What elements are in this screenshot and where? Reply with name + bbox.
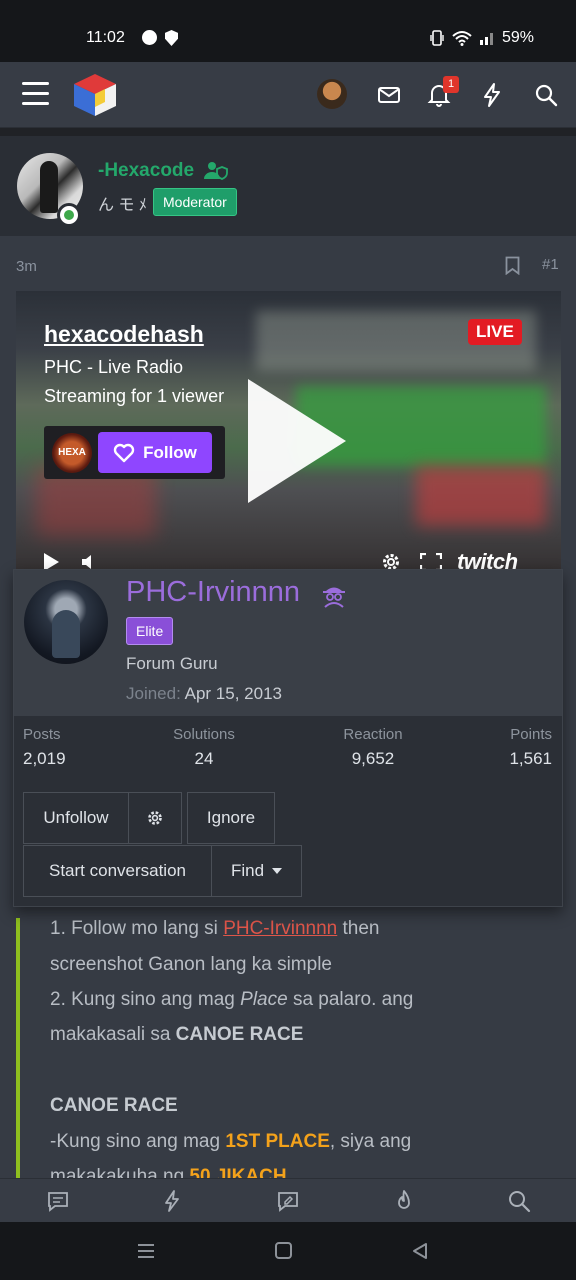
post-author-block: -Hexacode ん モ ﾒ Moderator <box>0 136 576 236</box>
new-post-icon[interactable] <box>276 1189 300 1213</box>
moderator-badge: Moderator <box>153 188 237 216</box>
messenger-icon <box>142 30 157 45</box>
follow-settings-button[interactable] <box>128 792 182 844</box>
trending-fire-icon[interactable] <box>392 1189 416 1213</box>
channel-avatar[interactable]: HEXA <box>52 433 92 473</box>
member-joined: Joined: Apr 15, 2013 <box>126 684 282 703</box>
system-navigation-bar <box>0 1222 576 1280</box>
author-username[interactable]: -Hexacode <box>98 160 194 182</box>
play-overlay-icon[interactable] <box>248 379 346 503</box>
user-avatar[interactable] <box>317 79 347 109</box>
start-conversation-button[interactable]: Start conversation <box>23 845 212 897</box>
post-time[interactable]: 3m <box>16 258 37 275</box>
elite-badge: Elite <box>126 617 174 645</box>
follow-label: Follow <box>143 442 197 462</box>
whats-new-bolt-icon[interactable] <box>160 1189 184 1213</box>
moderator-user-icon <box>204 162 228 180</box>
vibrate-icon <box>430 30 444 46</box>
twitch-embed[interactable]: hexacodehash PHC - Live Radio Streaming … <box>16 291 561 576</box>
signal-icon <box>479 33 493 45</box>
online-indicator <box>57 203 81 227</box>
app-header: 1 <box>0 62 576 128</box>
status-time: 11:02 <box>86 29 125 46</box>
bottom-nav <box>0 1178 576 1222</box>
post-number[interactable]: #1 <box>542 256 559 273</box>
stat-solutions[interactable]: Solutions 24 <box>168 726 240 769</box>
shield-icon <box>165 30 178 46</box>
member-actions: Unfollow Ignore Start conversation Find <box>23 792 563 902</box>
site-logo[interactable] <box>72 72 118 118</box>
follow-button[interactable]: Follow <box>98 432 212 473</box>
post-content: 1. Follow mo lang si PHC-Irvinnnn then s… <box>16 918 561 1187</box>
ignore-button[interactable]: Ignore <box>187 792 275 844</box>
find-dropdown-button[interactable]: Find <box>211 845 302 897</box>
notification-badge: 1 <box>443 76 459 93</box>
stat-posts[interactable]: Posts 2,019 <box>23 726 66 769</box>
bolt-icon[interactable] <box>479 82 505 108</box>
mention-link[interactable]: PHC-Irvinnnn <box>223 918 337 939</box>
back-icon[interactable] <box>411 1242 429 1260</box>
stat-points[interactable]: Points 1,561 <box>509 726 552 769</box>
search-icon[interactable] <box>507 1189 531 1213</box>
home-icon[interactable] <box>275 1242 292 1259</box>
menu-icon[interactable] <box>22 82 49 106</box>
stat-reaction[interactable]: Reaction 9,652 <box>339 726 407 769</box>
forum-icon[interactable] <box>46 1189 70 1213</box>
status-bar: 11:02 59% <box>0 0 576 62</box>
viewer-count: Streaming for 1 viewer <box>44 386 225 406</box>
stream-title: PHC - Live Radio <box>44 357 184 377</box>
member-tooltip-card: PHC-Irvinnnn Elite Forum Guru Joined: Ap… <box>13 569 563 907</box>
recents-icon[interactable] <box>137 1243 155 1259</box>
wifi-icon <box>452 31 472 46</box>
search-icon[interactable] <box>533 82 559 108</box>
spy-icon <box>323 587 345 608</box>
twitch-channel-link[interactable]: hexacodehash <box>44 321 204 348</box>
mail-icon[interactable] <box>376 82 402 108</box>
battery-level: 59% <box>501 29 534 46</box>
post-body: 3m #1 hexacodehash PHC - Live Radio Stre… <box>0 236 576 1187</box>
unfollow-button[interactable]: Unfollow <box>23 792 129 844</box>
live-badge: LIVE <box>468 319 522 345</box>
member-avatar[interactable] <box>24 580 108 664</box>
author-custom-title: ん モ ﾒ <box>98 197 147 214</box>
bookmark-icon[interactable] <box>505 256 520 275</box>
heart-icon <box>113 443 135 462</box>
member-stats: Posts 2,019 Solutions 24 Reaction 9,652 Poi… <box>14 720 562 780</box>
caret-down-icon <box>272 868 283 874</box>
follow-panel: HEXA Follow <box>44 426 225 479</box>
gear-icon <box>148 811 162 825</box>
member-rank: Forum Guru <box>126 654 218 673</box>
member-username[interactable]: PHC-Irvinnnn <box>126 576 300 609</box>
